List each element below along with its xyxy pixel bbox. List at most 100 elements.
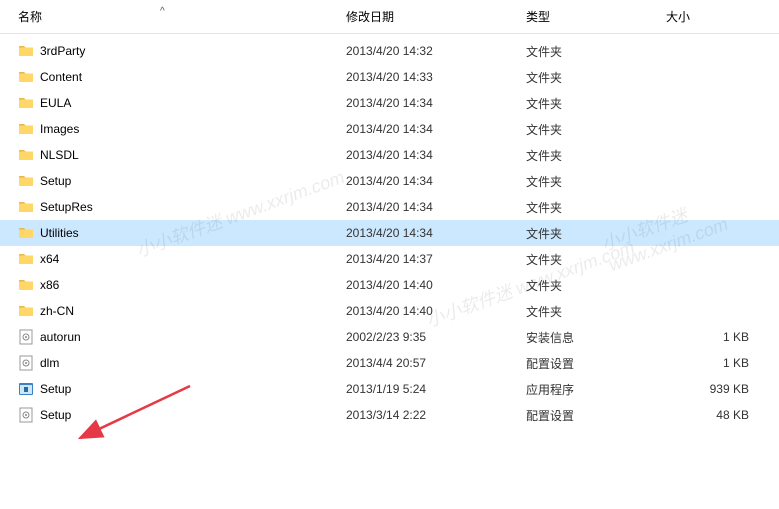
file-row[interactable]: dlm 2013/4/4 20:57配置设置1 KB	[0, 350, 779, 376]
file-row[interactable]: EULA 2013/4/20 14:34文件夹	[0, 90, 779, 116]
file-type-cell: 文件夹	[518, 225, 658, 242]
file-name-cell: Setup	[0, 173, 338, 189]
file-row[interactable]: zh-CN 2013/4/20 14:40文件夹	[0, 298, 779, 324]
file-row[interactable]: autorun 2002/2/23 9:35安装信息1 KB	[0, 324, 779, 350]
file-date-cell: 2013/4/20 14:34	[338, 226, 518, 240]
file-name-label: EULA	[40, 96, 71, 110]
file-row[interactable]: x86 2013/4/20 14:40文件夹	[0, 272, 779, 298]
file-size-cell: 48 KB	[658, 408, 779, 422]
column-header-size[interactable]: 大小	[658, 8, 779, 25]
file-date-cell: 2013/3/14 2:22	[338, 408, 518, 422]
file-name-label: dlm	[40, 356, 59, 370]
folder-icon	[18, 303, 34, 319]
file-name-label: zh-CN	[40, 304, 74, 318]
folder-icon	[18, 121, 34, 137]
file-name-label: x64	[40, 252, 59, 266]
file-name-label: x86	[40, 278, 59, 292]
file-row[interactable]: Content 2013/4/20 14:33文件夹	[0, 64, 779, 90]
file-type-cell: 文件夹	[518, 173, 658, 190]
file-type-cell: 安装信息	[518, 329, 658, 346]
file-name-label: 3rdParty	[40, 44, 85, 58]
file-name-cell: x64	[0, 251, 338, 267]
file-name-label: Images	[40, 122, 79, 136]
column-header-type[interactable]: 类型	[518, 8, 658, 25]
folder-icon	[18, 173, 34, 189]
file-name-label: autorun	[40, 330, 81, 344]
column-header-date[interactable]: 修改日期	[338, 8, 518, 25]
file-type-cell: 文件夹	[518, 199, 658, 216]
file-type-cell: 应用程序	[518, 381, 658, 398]
file-name-label: NLSDL	[40, 148, 79, 162]
file-row[interactable]: Setup 2013/3/14 2:22配置设置48 KB	[0, 402, 779, 428]
file-name-cell: 3rdParty	[0, 43, 338, 59]
file-type-cell: 文件夹	[518, 69, 658, 86]
file-name-cell: zh-CN	[0, 303, 338, 319]
file-name-cell: EULA	[0, 95, 338, 111]
file-row[interactable]: Utilities 2013/4/20 14:34文件夹	[0, 220, 779, 246]
file-row[interactable]: Setup2013/4/20 14:34文件夹	[0, 168, 779, 194]
file-name-cell: Utilities	[0, 225, 338, 241]
folder-icon	[18, 199, 34, 215]
file-row[interactable]: NLSDL 2013/4/20 14:34文件夹	[0, 142, 779, 168]
file-name-label: Setup	[40, 382, 71, 396]
file-date-cell: 2013/4/20 14:34	[338, 96, 518, 110]
folder-icon	[18, 95, 34, 111]
file-type-cell: 文件夹	[518, 121, 658, 138]
file-list: 3rdParty2013/4/20 14:32文件夹Content2013/4/…	[0, 34, 779, 428]
file-name-label: SetupRes	[40, 200, 93, 214]
file-row[interactable]: x64 2013/4/20 14:37文件夹	[0, 246, 779, 272]
file-type-cell: 文件夹	[518, 147, 658, 164]
file-row[interactable]: Images 2013/4/20 14:34文件夹	[0, 116, 779, 142]
file-name-cell: autorun	[0, 329, 338, 345]
file-row[interactable]: SetupRes2013/4/20 14:34文件夹	[0, 194, 779, 220]
file-row[interactable]: 3rdParty 2013/4/20 14:32文件夹	[0, 38, 779, 64]
file-type-cell: 文件夹	[518, 251, 658, 268]
file-type-cell: 文件夹	[518, 277, 658, 294]
file-name-cell: Setup	[0, 381, 338, 397]
file-date-cell: 2013/4/20 14:34	[338, 122, 518, 136]
file-date-cell: 2002/2/23 9:35	[338, 330, 518, 344]
file-name-label: Setup	[40, 408, 71, 422]
file-name-cell: dlm	[0, 355, 338, 371]
file-size-cell: 1 KB	[658, 356, 779, 370]
file-name-cell: NLSDL	[0, 147, 338, 163]
file-date-cell: 2013/4/20 14:33	[338, 70, 518, 84]
file-row[interactable]: Setup 2013/1/19 5:24应用程序939 KB	[0, 376, 779, 402]
column-header-row: 名称 ^ 修改日期 类型 大小	[0, 0, 779, 34]
file-name-cell: SetupRes	[0, 199, 338, 215]
file-name-label: Utilities	[40, 226, 79, 240]
sort-arrow-icon: ^	[160, 6, 165, 17]
folder-icon	[18, 251, 34, 267]
file-type-cell: 文件夹	[518, 43, 658, 60]
file-date-cell: 2013/4/20 14:40	[338, 304, 518, 318]
file-type-cell: 配置设置	[518, 407, 658, 424]
file-date-cell: 2013/4/20 14:32	[338, 44, 518, 58]
exe-icon	[18, 381, 34, 397]
file-date-cell: 2013/4/20 14:40	[338, 278, 518, 292]
column-size-label: 大小	[666, 10, 690, 24]
file-name-cell: Setup	[0, 407, 338, 423]
file-size-cell: 939 KB	[658, 382, 779, 396]
file-size-cell: 1 KB	[658, 330, 779, 344]
file-name-cell: x86	[0, 277, 338, 293]
column-type-label: 类型	[526, 10, 550, 24]
config-icon	[18, 329, 34, 345]
file-type-cell: 文件夹	[518, 303, 658, 320]
file-name-cell: Images	[0, 121, 338, 137]
folder-icon	[18, 69, 34, 85]
file-type-cell: 文件夹	[518, 95, 658, 112]
file-type-cell: 配置设置	[518, 355, 658, 372]
folder-icon	[18, 43, 34, 59]
file-date-cell: 2013/1/19 5:24	[338, 382, 518, 396]
column-date-label: 修改日期	[346, 10, 394, 24]
file-date-cell: 2013/4/20 14:37	[338, 252, 518, 266]
folder-icon	[18, 225, 34, 241]
file-date-cell: 2013/4/4 20:57	[338, 356, 518, 370]
folder-icon	[18, 147, 34, 163]
file-date-cell: 2013/4/20 14:34	[338, 148, 518, 162]
folder-icon	[18, 277, 34, 293]
column-header-name[interactable]: 名称 ^	[0, 8, 338, 25]
file-name-label: Setup	[40, 174, 71, 188]
config-icon	[18, 407, 34, 423]
file-name-label: Content	[40, 70, 82, 84]
